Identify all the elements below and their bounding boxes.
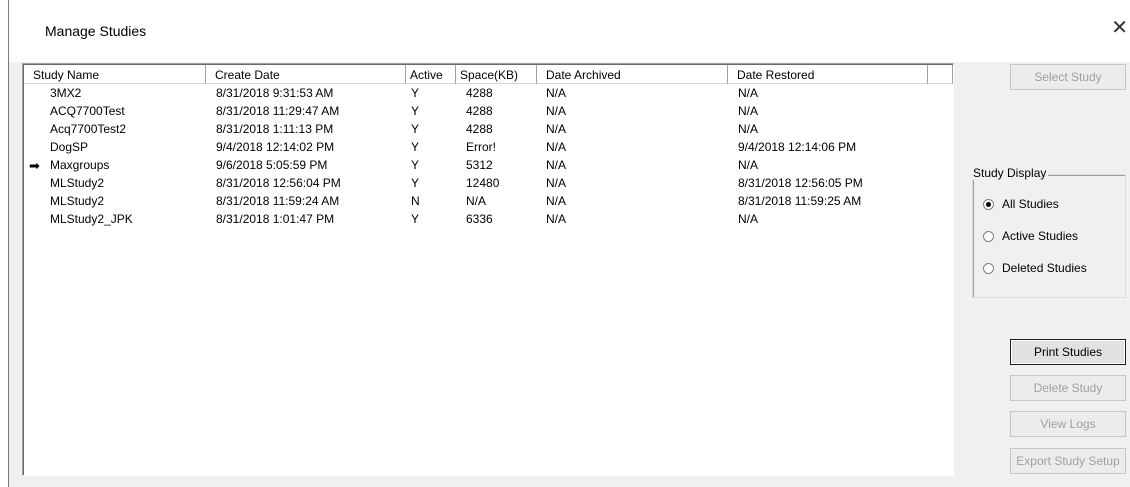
table-row[interactable]: DogSP 9/4/2018 12:14:02 PM Y Error! N/A 9/4/2… [24,140,928,158]
arrow-right-icon: ➡ [29,158,40,173]
table-cell: N/A [546,158,567,172]
view-logs-button[interactable]: View Logs [1010,411,1126,437]
table-row[interactable]: Maxgroups 9/6/2018 5:05:59 PM Y 5312 N/A N/A ➡ [24,158,928,176]
radio-all-studies[interactable]: All Studies [983,197,1059,211]
table-row[interactable]: Acq7700Test2 8/31/2018 1:11:13 PM Y 4288 N/A… [24,122,928,140]
radio-label: Deleted Studies [1002,261,1087,275]
table-cell: N/A [546,122,567,136]
table-cell: 8/31/2018 12:56:04 PM [216,176,341,190]
table-cell: 4288 [466,122,493,136]
window-title: Manage Studies [45,23,147,39]
column-header-create-date[interactable]: Create Date [206,65,406,84]
table-cell: 8/31/2018 1:01:47 PM [216,212,335,226]
table-cell: Y [411,122,420,136]
table-cell: 9/4/2018 12:14:02 PM [216,140,335,154]
table-cell: N/A [546,86,567,100]
title-bar: Manage Studies ✕ [8,0,1130,62]
close-icon[interactable]: ✕ [1111,18,1128,38]
table-cell: 8/31/2018 9:31:53 AM [216,86,334,100]
table-header: Study Name Create Date Active Space(KB) … [24,65,953,84]
column-header-date-restored[interactable]: Date Restored [728,65,928,84]
export-study-setup-button[interactable]: Export Study Setup [1010,448,1126,474]
table-cell: Maxgroups [50,158,110,172]
table-cell: 9/4/2018 12:14:06 PM [738,140,857,154]
study-display-group: Study Display All Studies Active Studies… [971,166,1126,298]
table-cell: 3MX2 [50,86,82,100]
table-cell: 8/31/2018 11:29:47 AM [216,104,340,118]
table-cell: 4288 [466,104,493,118]
table-cell: 8/31/2018 11:59:24 AM [216,194,340,208]
table-cell: Y [411,212,420,226]
select-study-button[interactable]: Select Study [1010,64,1126,90]
table-cell: N/A [738,158,759,172]
table-cell: 4288 [466,86,493,100]
table-cell: MLStudy2_JPK [50,212,133,226]
radio-selected-icon [983,198,994,210]
print-studies-button[interactable]: Print Studies [1010,339,1126,365]
table-cell: MLStudy2 [50,176,105,190]
table-cell: N/A [546,104,567,118]
radio-label: All Studies [1002,197,1059,211]
table-cell: Error! [466,140,496,154]
study-display-legend: Study Display [971,166,1049,180]
table-cell: 6336 [466,212,493,226]
table-cell: Y [411,176,420,190]
radio-unselected-icon [983,230,994,242]
table-cell: N/A [546,212,567,226]
studies-list[interactable]: Study Name Create Date Active Space(KB) … [22,63,954,476]
radio-unselected-icon [983,262,994,274]
table-row[interactable]: 3MX2 8/31/2018 9:31:53 AM Y 4288 N/A N/A [24,86,928,104]
table-cell: DogSP [50,140,89,154]
column-header-study-name[interactable]: Study Name [24,65,206,84]
table-cell: Y [411,104,420,118]
table-row[interactable]: MLStudy2_JPK 8/31/2018 1:01:47 PM Y 6336 N/A… [24,212,928,230]
column-header-space[interactable]: Space(KB) [456,65,537,84]
radio-deleted-studies[interactable]: Deleted Studies [983,261,1087,275]
table-row[interactable]: ACQ7700Test 8/31/2018 11:29:47 AM Y 4288 N/A… [24,104,928,122]
table-cell: N/A [546,176,567,190]
table-cell: 8/31/2018 1:11:13 PM [216,122,334,136]
column-header-active[interactable]: Active [406,65,456,84]
table-cell: N/A [738,212,759,226]
table-cell: N/A [546,140,567,154]
table-cell: 5312 [466,158,493,172]
table-cell: ACQ7700Test [50,104,125,118]
table-cell: Acq7700Test2 [50,122,127,136]
table-cell: N/A [738,122,759,136]
table-cell: 9/6/2018 5:05:59 PM [216,158,328,172]
table-cell: 8/31/2018 12:56:05 PM [738,176,863,190]
table-cell: Y [411,158,420,172]
table-row[interactable]: MLStudy2 8/31/2018 12:56:04 PM Y 12480 N/A 8/… [24,176,928,194]
table-cell: 8/31/2018 11:59:25 AM [738,194,862,208]
delete-study-button[interactable]: Delete Study [1010,375,1126,401]
column-header-filler [928,65,953,84]
radio-active-studies[interactable]: Active Studies [983,229,1078,243]
table-cell: Y [411,140,420,154]
table-cell: N/A [546,194,567,208]
table-cell: MLStudy2 [50,194,105,208]
radio-label: Active Studies [1002,229,1079,243]
table-cell: 12480 [466,176,500,190]
table-cell: N/A [738,104,759,118]
table-cell: N/A [466,194,487,208]
table-cell: Y [411,86,420,100]
table-cell: N [411,194,420,208]
column-header-date-archived[interactable]: Date Archived [537,65,728,84]
table-row[interactable]: MLStudy2 8/31/2018 11:59:24 AM N N/A N/A 8/31… [24,194,928,212]
table-cell: N/A [738,86,759,100]
